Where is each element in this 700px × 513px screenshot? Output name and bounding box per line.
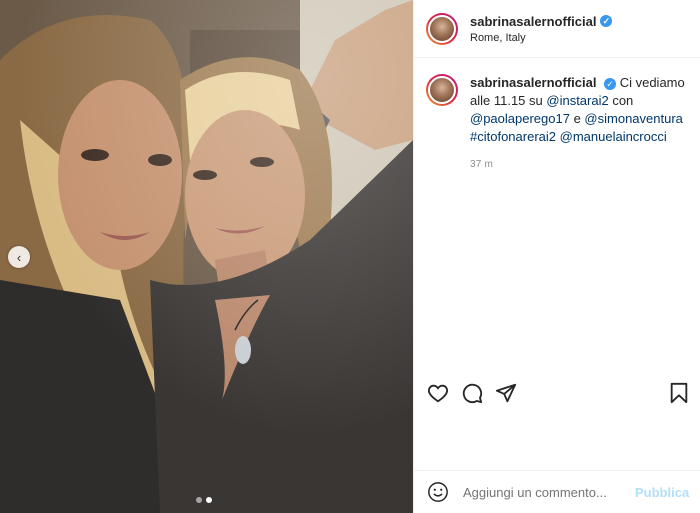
caption-text: sabrinasalernofficial ✓ Ci vediamo alle … — [470, 74, 685, 174]
hashtag-link[interactable]: #citofonarerai2 — [470, 129, 556, 144]
avatar-image — [428, 14, 456, 43]
share-icon[interactable] — [494, 381, 518, 405]
chevron-left-icon[interactable]: ‹ — [8, 246, 30, 268]
caption-username[interactable]: sabrinasalernofficial — [470, 75, 596, 90]
carousel-indicator — [196, 497, 212, 503]
avatar-image — [428, 76, 456, 104]
caption-avatar[interactable] — [426, 74, 458, 106]
post-photo[interactable]: ‹ — [0, 0, 413, 513]
username-row: sabrinasalernofficial ✓ — [470, 14, 613, 29]
mention-link[interactable]: @paolaperego17 — [470, 111, 570, 126]
avatar[interactable] — [426, 12, 458, 45]
comment-bar: Pubblica — [414, 470, 700, 513]
comment-icon[interactable] — [460, 381, 484, 405]
carousel-dot — [196, 497, 202, 503]
header-info: sabrinasalernofficial ✓ Rome, Italy — [470, 14, 613, 44]
post-sidebar: sabrinasalernofficial ✓ Rome, Italy sabr… — [413, 0, 700, 513]
verified-icon: ✓ — [604, 78, 617, 90]
instagram-post: ‹ sabrinasalernofficial ✓ Rome, Italy sa… — [0, 0, 700, 513]
bookmark-icon[interactable] — [667, 381, 691, 405]
action-bar — [414, 375, 700, 411]
mention-link[interactable]: @manuelaincrocci — [560, 129, 667, 144]
caption-text-part: e — [569, 111, 585, 126]
post-timestamp[interactable]: 37 m — [470, 156, 685, 174]
publish-button[interactable]: Pubblica — [635, 485, 689, 500]
heart-icon[interactable] — [426, 381, 450, 405]
username-link[interactable]: sabrinasalernofficial — [470, 14, 596, 29]
mention-link[interactable]: @instarai2 — [546, 93, 608, 108]
verified-icon: ✓ — [600, 15, 613, 27]
caption: sabrinasalernofficial ✓ Ci vediamo alle … — [414, 58, 700, 174]
mention-link[interactable]: @simonaventura — [584, 111, 682, 126]
location-link[interactable]: Rome, Italy — [470, 32, 612, 44]
post-header: sabrinasalernofficial ✓ Rome, Italy — [414, 0, 700, 58]
caption-text-part: con — [608, 93, 634, 108]
emoji-icon[interactable] — [427, 480, 449, 504]
carousel-dot-active — [206, 497, 212, 503]
comment-input[interactable] — [461, 483, 635, 501]
photo-illustration — [0, 0, 413, 513]
